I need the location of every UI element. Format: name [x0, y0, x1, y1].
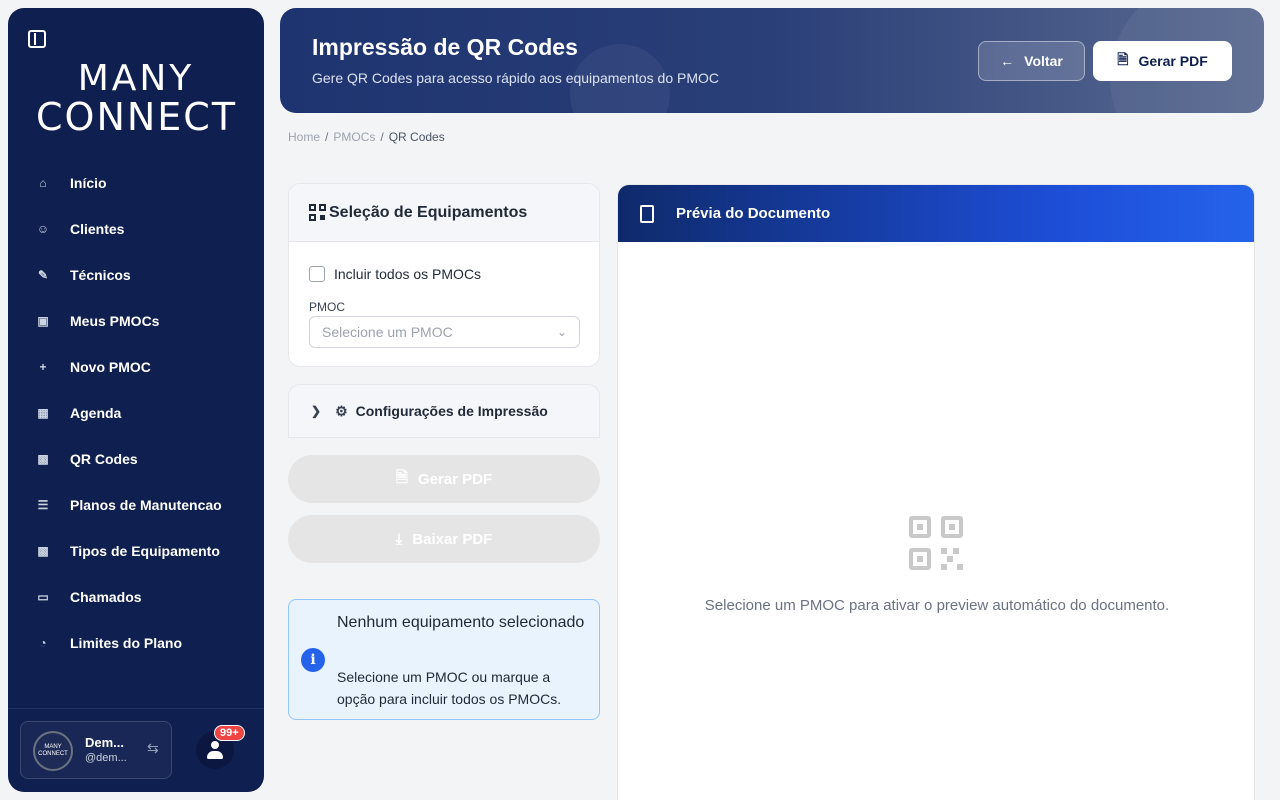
include-all-pmocs-checkbox[interactable]: Incluir todos os PMOCs: [309, 266, 481, 282]
sidebar-item-clientes[interactable]: ☺ Clientes: [8, 206, 264, 252]
pdf-file-icon: [640, 204, 654, 223]
user-name: Dem...: [85, 735, 125, 750]
chevron-down-icon: ⌄: [556, 325, 567, 339]
sidebar-item-label: Clientes: [70, 221, 125, 237]
generate-pdf-button-disabled[interactable]: 🗎 Gerar PDF: [288, 455, 600, 503]
equipment-selection-header: Seleção de Equipamentos: [289, 184, 599, 242]
logo: MANY CONNECT: [36, 58, 238, 139]
equipment-selection-title: Seleção de Equipamentos: [329, 203, 528, 221]
sidebar-item-meus-pmocs[interactable]: ▣ Meus PMOCs: [8, 298, 264, 344]
grid-icon: ▩: [37, 544, 49, 558]
user-icon: [206, 741, 224, 759]
page-title: Impressão de QR Codes: [312, 34, 578, 60]
sidebar-item-label: Chamados: [70, 589, 142, 605]
sidebar-item-label: Início: [70, 175, 107, 191]
avatar: MANY CONNECT: [33, 731, 73, 771]
breadcrumb-pmocs[interactable]: PMOCs: [333, 130, 375, 144]
sidebar-item-label: Limites do Plano: [70, 635, 183, 651]
sidebar-item-label: Técnicos: [70, 267, 131, 283]
generate-pdf-button[interactable]: 🗎 Gerar PDF: [1093, 41, 1232, 81]
equipment-selection-card: Seleção de Equipamentos Incluir todos os…: [288, 183, 600, 367]
sidebar-item-label: Novo PMOC: [70, 359, 151, 375]
wrench-icon: ✎: [37, 268, 49, 282]
document-preview-title: Prévia do Documento: [676, 205, 831, 222]
info-icon: i: [301, 648, 325, 672]
plus-icon: +: [39, 360, 47, 374]
sidebar-footer: MANY CONNECT Dem... @dem... ⇆ 99+: [8, 708, 264, 792]
page-subtitle: Gere QR Codes para acesso rápido aos equ…: [312, 70, 719, 86]
pdf-file-icon: 🗎: [395, 468, 408, 486]
gear-icon: ⚙: [335, 402, 348, 419]
document-preview-header: Prévia do Documento: [618, 185, 1254, 242]
sidebar-item-label: Agenda: [70, 405, 122, 421]
checkbox[interactable]: [309, 266, 325, 282]
back-button[interactable]: ← Voltar: [978, 41, 1085, 81]
sidebar-item-qr-codes[interactable]: ▩ QR Codes: [8, 436, 264, 482]
user-card[interactable]: MANY CONNECT Dem... @dem... ⇆: [20, 721, 172, 779]
sidebar-item-tipos-equipamento[interactable]: ▩ Tipos de Equipamento: [8, 528, 264, 574]
sidebar-item-label: Planos de Manutencao: [70, 497, 222, 513]
pmoc-label: PMOC: [309, 300, 345, 314]
user-handle: @dem...: [85, 752, 127, 764]
gauge-icon: ◔: [39, 636, 47, 650]
sidebar-item-label: Meus PMOCs: [70, 313, 160, 329]
info-description: Selecione um PMOC ou marque a opção para…: [337, 669, 562, 707]
print-settings-title: Configurações de Impressão: [355, 403, 548, 419]
info-title: Nenhum equipamento selecionado: [337, 614, 585, 631]
sidebar-item-planos-manutencao[interactable]: ☰ Planos de Manutencao: [8, 482, 264, 528]
qr-icon: ▩: [37, 452, 49, 466]
sidebar-collapse-icon[interactable]: [28, 30, 46, 48]
users-icon: ☺: [36, 222, 50, 236]
page-header: Impressão de QR Codes Gere QR Codes para…: [280, 8, 1264, 113]
sidebar-item-label: Tipos de Equipamento: [70, 543, 220, 559]
pmoc-select-placeholder: Selecione um PMOC: [322, 324, 453, 340]
sidebar-nav: ⌂ Início ☺ Clientes ✎ Técnicos ▣ Meus PMOCs …: [8, 160, 264, 666]
swap-icon[interactable]: ⇆: [147, 740, 159, 757]
print-settings-toggle[interactable]: ❯ ⚙ Configurações de Impressão: [288, 384, 600, 438]
sidebar-item-tecnicos[interactable]: ✎ Técnicos: [8, 252, 264, 298]
home-icon: ⌂: [39, 176, 47, 190]
clipboard-icon: ▣: [37, 314, 49, 328]
qr-icon: [309, 203, 327, 222]
document-preview: Prévia do Documento Selecione um PMOC pa…: [617, 184, 1255, 800]
sidebar: MANY CONNECT ⌂ Início ☺ Clientes ✎ Técnicos…: [8, 8, 264, 792]
ticket-icon: ▭: [37, 590, 49, 604]
pdf-file-icon: 🗎: [1117, 51, 1129, 67]
download-icon: ⤓: [395, 530, 403, 548]
preview-empty-message: Selecione um PMOC para ativar o preview …: [704, 597, 1170, 614]
breadcrumb: Home / PMOCs / QR Codes: [288, 130, 445, 144]
info-alert: i Nenhum equipamento selecionado Selecio…: [288, 599, 600, 720]
document-preview-body: Selecione um PMOC para ativar o preview …: [618, 242, 1254, 800]
sidebar-item-limites-plano[interactable]: ◔ Limites do Plano: [8, 620, 264, 666]
download-pdf-button-disabled[interactable]: ⤓ Baixar PDF: [288, 515, 600, 563]
notification-badge: 99+: [214, 725, 245, 741]
breadcrumb-home[interactable]: Home: [288, 130, 320, 144]
calendar-icon: ▦: [37, 406, 49, 420]
chevron-right-icon: ❯: [311, 404, 322, 418]
sidebar-item-agenda[interactable]: ▦ Agenda: [8, 390, 264, 436]
sidebar-item-chamados[interactable]: ▭ Chamados: [8, 574, 264, 620]
arrow-left-icon: ←: [1000, 53, 1015, 69]
pmoc-select[interactable]: Selecione um PMOC ⌄: [309, 316, 580, 348]
qr-placeholder-icon: [909, 516, 965, 572]
sidebar-item-label: QR Codes: [70, 451, 138, 467]
list-icon: ☰: [37, 498, 49, 512]
sidebar-item-inicio[interactable]: ⌂ Início: [8, 160, 264, 206]
breadcrumb-current: QR Codes: [388, 130, 445, 144]
include-all-label: Incluir todos os PMOCs: [334, 266, 482, 282]
sidebar-item-novo-pmoc[interactable]: + Novo PMOC: [8, 344, 264, 390]
